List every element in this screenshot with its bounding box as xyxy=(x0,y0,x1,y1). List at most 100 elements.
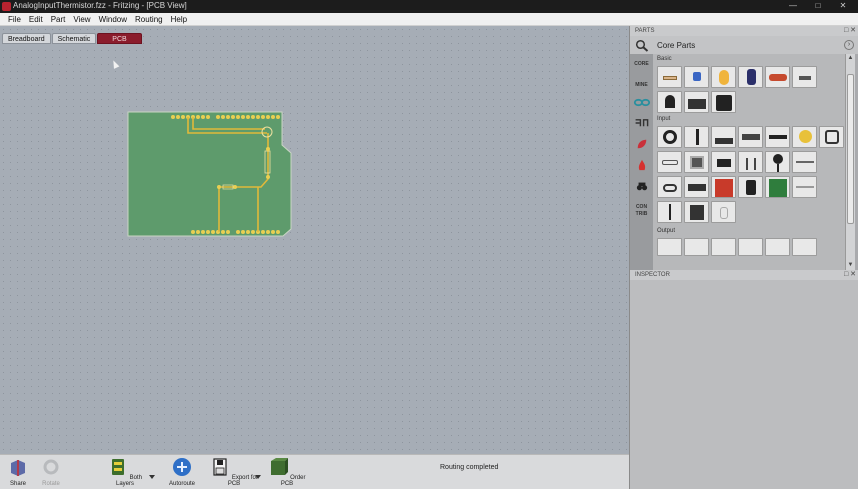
parts-panel-controls[interactable]: □ ✕ xyxy=(844,26,856,36)
part-slide-pot[interactable] xyxy=(684,126,709,148)
part-output-2[interactable] xyxy=(684,238,709,256)
bin-tab-mine[interactable]: MINE xyxy=(630,75,653,96)
bin-tab-arduino[interactable] xyxy=(630,96,653,117)
part-sensor-board[interactable] xyxy=(765,176,790,198)
part-diode[interactable] xyxy=(792,66,817,88)
part-tilt-switch[interactable] xyxy=(657,151,682,173)
view-tabs: Breadboard Schematic PCB xyxy=(2,33,143,44)
menu-view[interactable]: View xyxy=(69,15,94,24)
bin-tab-snootlab[interactable] xyxy=(630,180,653,201)
part-flex-sensor[interactable] xyxy=(792,176,817,198)
part-capacitor-ceramic[interactable] xyxy=(684,66,709,88)
menu-help[interactable]: Help xyxy=(167,15,191,24)
part-temperature-sensor[interactable] xyxy=(738,151,763,173)
scroll-down-icon[interactable]: ▼ xyxy=(847,262,854,269)
bin-title: Core Parts xyxy=(657,41,696,50)
fritzing-app-icon xyxy=(2,2,11,11)
part-reed-switch[interactable] xyxy=(684,151,709,173)
minimize-button[interactable]: — xyxy=(787,1,799,11)
tab-pcb[interactable]: PCB xyxy=(97,33,142,44)
close-button[interactable]: ✕ xyxy=(837,1,849,11)
tab-schematic[interactable]: Schematic xyxy=(51,33,97,44)
bin-tab-fab[interactable] xyxy=(630,117,653,138)
mouse-cursor xyxy=(110,59,120,69)
bin-tabs: CORE MINE CON TRIB xyxy=(630,54,653,270)
export-icon xyxy=(213,458,227,476)
part-mosfet[interactable] xyxy=(684,91,709,113)
bin-tab-sparkfun[interactable] xyxy=(630,159,653,180)
part-capacitor-electrolytic[interactable] xyxy=(738,66,763,88)
bin-tab-core[interactable]: CORE xyxy=(630,54,653,75)
menu-edit[interactable]: Edit xyxy=(25,15,47,24)
menu-file[interactable]: File xyxy=(4,15,25,24)
part-transistor[interactable] xyxy=(657,91,682,113)
bin-tab-contrib[interactable]: CON TRIB xyxy=(630,201,653,222)
share-icon xyxy=(11,460,25,476)
part-accelerometer[interactable] xyxy=(711,176,736,198)
layers-icon xyxy=(111,459,124,475)
bin-tab-seeed[interactable] xyxy=(630,138,653,159)
scroll-up-icon[interactable]: ▲ xyxy=(847,55,854,62)
inspector-panel-controls[interactable]: □ ✕ xyxy=(844,270,856,280)
window-title: AnalogInputThermistor.fzz - Fritzing - [… xyxy=(13,1,187,10)
part-rotary-encoder[interactable] xyxy=(657,126,682,148)
part-light-sensor[interactable] xyxy=(792,126,817,148)
export-label: Export for PCB xyxy=(227,475,258,487)
part-ic-sensor[interactable] xyxy=(684,201,709,223)
part-joystick[interactable] xyxy=(711,126,736,148)
both-layers-button[interactable]: Both Layers xyxy=(102,457,148,487)
search-icon[interactable] xyxy=(635,39,649,52)
part-output-3[interactable] xyxy=(711,238,736,256)
share-label: Share xyxy=(9,481,26,487)
bottom-toolbar: Share Rotate Both Layers Autoroute Expor… xyxy=(0,454,629,489)
part-ldr[interactable] xyxy=(765,126,790,148)
autoroute-button[interactable]: Autoroute xyxy=(162,457,202,487)
section-basic: Basic xyxy=(657,56,672,62)
sparkfun-icon xyxy=(638,159,645,171)
part-switch[interactable] xyxy=(711,151,736,173)
part-gas-sensor[interactable] xyxy=(738,176,763,198)
part-pushbutton[interactable] xyxy=(738,126,763,148)
pcb-canvas[interactable]: Breadboard Schematic PCB xyxy=(0,26,629,454)
parts-grid: Basic Input Output xyxy=(653,54,845,270)
parts-scrollbar[interactable]: ▲ ▼ xyxy=(845,54,855,270)
rotate-button[interactable]: Rotate xyxy=(36,457,66,487)
export-dropdown-arrow[interactable] xyxy=(255,475,261,479)
autoroute-icon xyxy=(173,458,191,476)
rotate-icon xyxy=(43,459,59,475)
part-microphone[interactable] xyxy=(765,151,790,173)
autoroute-label: Autoroute xyxy=(168,481,196,487)
tab-breadboard[interactable]: Breadboard xyxy=(2,33,51,44)
pcb-board[interactable] xyxy=(127,111,292,237)
part-output-1[interactable] xyxy=(657,238,682,256)
part-thermistor[interactable] xyxy=(792,151,817,173)
menu-routing[interactable]: Routing xyxy=(131,15,167,24)
inspector-title-label: INSPECTOR xyxy=(635,272,670,278)
part-crystal[interactable] xyxy=(711,201,736,223)
parts-panel: Core Parts › CORE MINE CON TRIB Basic In… xyxy=(630,36,858,270)
part-battery[interactable] xyxy=(711,91,736,113)
part-ir-sensor[interactable] xyxy=(657,176,682,198)
scroll-thumb[interactable] xyxy=(847,74,854,224)
layers-dropdown-arrow[interactable] xyxy=(149,475,155,479)
section-input: Input xyxy=(657,116,671,122)
part-output-6[interactable] xyxy=(792,238,817,256)
part-inductor[interactable] xyxy=(765,66,790,88)
order-pcb-button[interactable]: Order PCB xyxy=(268,457,306,487)
part-piezo[interactable] xyxy=(819,126,844,148)
menu-part[interactable]: Part xyxy=(47,15,70,24)
inspector-panel xyxy=(630,280,858,489)
part-output-4[interactable] xyxy=(738,238,763,256)
bin-menu-icon[interactable]: › xyxy=(844,40,854,50)
export-for-pcb-button[interactable]: Export for PCB xyxy=(208,457,260,487)
part-potentiometer[interactable] xyxy=(711,66,736,88)
part-keypad[interactable] xyxy=(684,176,709,198)
part-resistor[interactable] xyxy=(657,66,682,88)
part-output-5[interactable] xyxy=(765,238,790,256)
part-antenna[interactable] xyxy=(657,201,682,223)
maximize-button[interactable]: □ xyxy=(812,1,824,11)
menu-window[interactable]: Window xyxy=(95,15,131,24)
inspector-panel-title: INSPECTOR □ ✕ xyxy=(630,270,858,280)
share-button[interactable]: Share xyxy=(4,457,32,487)
menu-bar: File Edit Part View Window Routing Help xyxy=(0,13,858,26)
